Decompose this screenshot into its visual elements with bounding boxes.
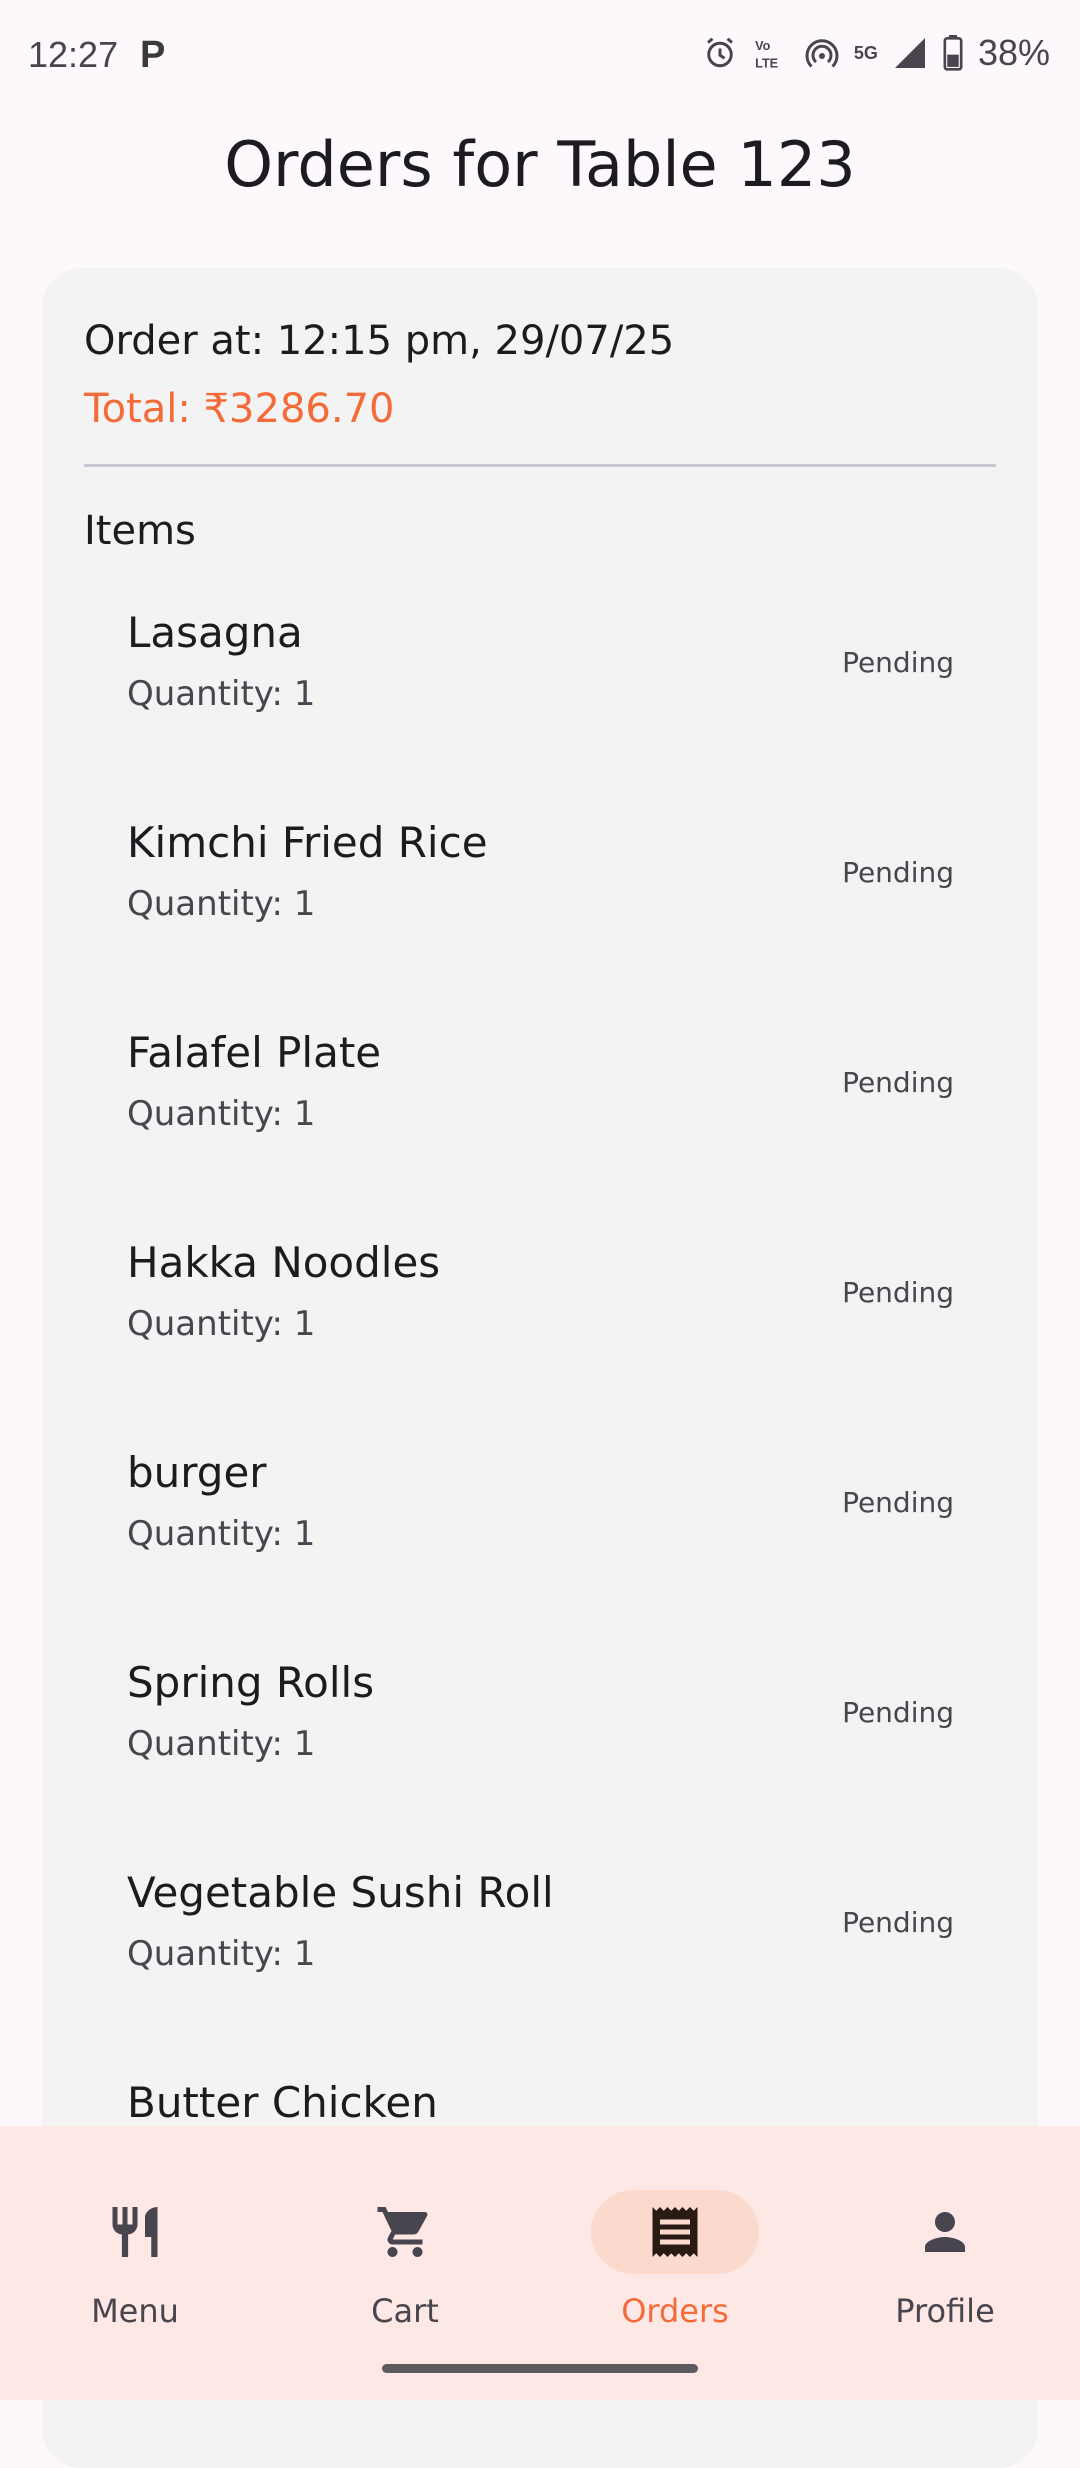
item-name: Spring Rolls — [127, 1658, 375, 1707]
item-name: Kimchi Fried Rice — [127, 818, 488, 867]
nav-label: Cart — [371, 2292, 439, 2330]
divider — [84, 464, 996, 467]
item-name: Hakka Noodles — [127, 1238, 441, 1287]
nav-label: Orders — [621, 2292, 729, 2330]
item-quantity: Quantity: 1 — [127, 1094, 316, 1134]
status-bar: 12:27 P Vo LTE 5G 38% — [0, 0, 1080, 116]
item-status: Pending — [842, 856, 954, 889]
signal-icon — [892, 35, 928, 71]
order-timestamp: Order at: 12:15 pm, 29/07/25 — [84, 318, 675, 364]
item-quantity: Quantity: 1 — [127, 884, 316, 924]
nav-item-profile[interactable]: Profile — [810, 2158, 1080, 2338]
nav-item-menu[interactable]: Menu — [0, 2158, 270, 2338]
nav-label: Profile — [895, 2292, 995, 2330]
item-name: Falafel Plate — [127, 1028, 382, 1077]
item-status: Pending — [842, 646, 954, 679]
restaurant-icon — [112, 2207, 158, 2257]
item-quantity: Quantity: 1 — [127, 1514, 316, 1554]
page-title: Orders for Table 123 — [224, 128, 856, 201]
bottom-navigation: Menu Cart Orders Profile — [0, 2126, 1080, 2400]
item-name: burger — [127, 1448, 267, 1497]
notification-icon: P — [140, 34, 166, 76]
item-quantity: Quantity: 1 — [127, 1724, 316, 1764]
item-quantity: Quantity: 1 — [127, 1304, 316, 1344]
nav-label: Menu — [91, 2292, 179, 2330]
list-item: Vegetable Sushi Roll Quantity: 1 Pending — [42, 1868, 1038, 2078]
receipt-icon — [652, 2207, 698, 2257]
list-item: Hakka Noodles Quantity: 1 Pending — [42, 1238, 1038, 1448]
list-item: Kimchi Fried Rice Quantity: 1 Pending — [42, 818, 1038, 1028]
item-name: Butter Chicken — [127, 2078, 438, 2127]
item-quantity: Quantity: 1 — [127, 674, 316, 714]
status-icons: Vo LTE 5G 38% — [702, 32, 1050, 74]
volte-icon: Vo LTE — [752, 34, 790, 72]
item-name: Lasagna — [127, 608, 303, 657]
cart-icon — [377, 2207, 428, 2257]
item-quantity: Quantity: 1 — [127, 1934, 316, 1974]
order-total: Total: ₹3286.70 — [84, 386, 395, 432]
list-item: Spring Rolls Quantity: 1 Pending — [42, 1658, 1038, 1868]
nav-item-cart[interactable]: Cart — [270, 2158, 540, 2338]
list-item: Falafel Plate Quantity: 1 Pending — [42, 1028, 1038, 1238]
svg-text:LTE: LTE — [755, 56, 778, 70]
item-name: Vegetable Sushi Roll — [127, 1868, 554, 1917]
status-time: 12:27 — [28, 34, 119, 75]
items-heading: Items — [84, 508, 196, 554]
item-status: Pending — [842, 1486, 954, 1519]
alarm-icon — [702, 35, 738, 71]
battery-percent: 38% — [977, 32, 1050, 73]
list-item: burger Quantity: 1 Pending — [42, 1448, 1038, 1658]
hotspot-icon — [804, 35, 840, 71]
item-status: Pending — [842, 1066, 954, 1099]
nav-item-orders[interactable]: Orders — [540, 2158, 810, 2338]
battery-icon — [942, 35, 964, 71]
item-status: Pending — [842, 1696, 954, 1729]
svg-text:Vo: Vo — [755, 39, 771, 53]
home-indicator[interactable] — [382, 2364, 698, 2373]
item-status: Pending — [842, 1276, 954, 1309]
list-item: Lasagna Quantity: 1 Pending — [42, 608, 1038, 818]
network-type: 5G — [853, 43, 878, 63]
item-list: Lasagna Quantity: 1 Pending Kimchi Fried… — [42, 608, 1038, 2288]
item-status: Pending — [842, 1906, 954, 1939]
person-icon — [925, 2212, 965, 2252]
